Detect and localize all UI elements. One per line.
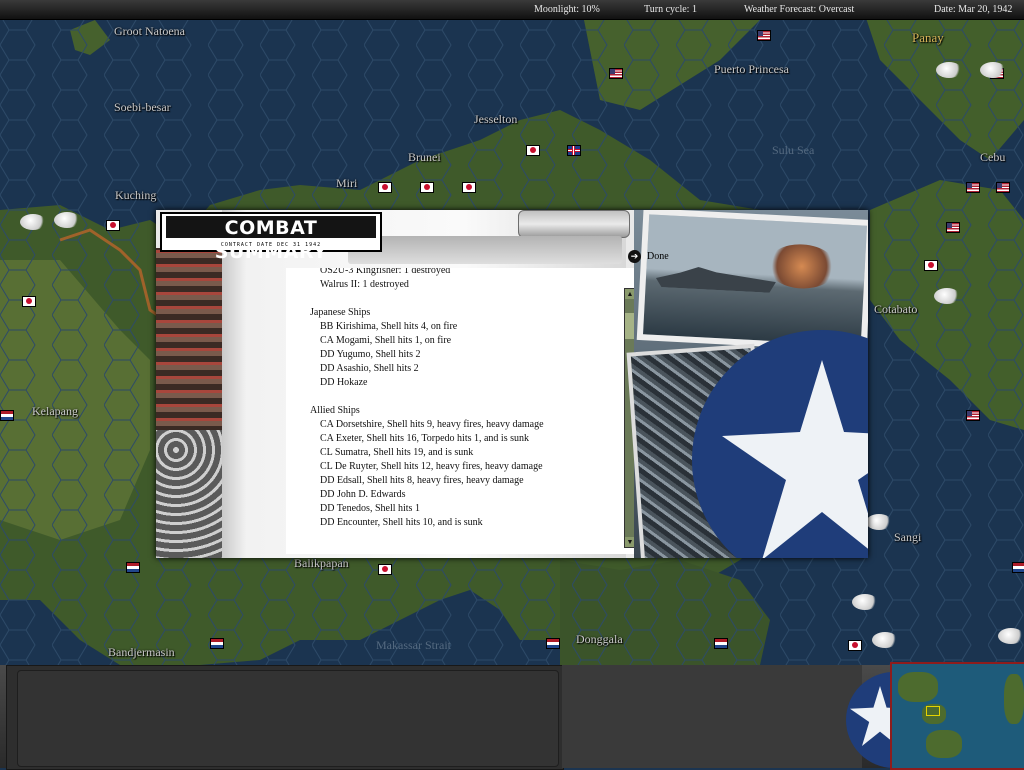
netherlands-flag-icon[interactable] — [546, 638, 560, 649]
allied-ships-header: Allied Ships — [310, 405, 360, 416]
clipboard-clip — [518, 210, 630, 238]
minimap-land-australia — [926, 730, 962, 758]
done-label: Done — [647, 251, 669, 262]
map-label-makassar-strait: Makassar Strait — [376, 638, 451, 652]
map-label-donggala: Donggala — [576, 632, 623, 646]
japan-flag-icon[interactable] — [420, 182, 434, 193]
netherlands-flag-icon[interactable] — [126, 562, 140, 573]
allied-ship-line: DD Tenedos, Shell hits 1 — [320, 503, 420, 514]
map-label-brunei: Brunei — [408, 150, 441, 164]
map-label-miri: Miri — [336, 176, 358, 190]
map-label-sulu-sea: Sulu Sea — [772, 143, 815, 157]
us-flag-icon[interactable] — [609, 68, 623, 79]
date-readout: Date: Mar 20, 1942 — [934, 4, 1013, 15]
map-label-sangi: Sangi — [894, 530, 922, 544]
minimap-land-asia — [898, 672, 938, 702]
dialog-title: COMBAT SUMMARY — [166, 216, 376, 263]
cloud-icon — [54, 212, 80, 228]
cloud-icon — [998, 628, 1024, 644]
japan-flag-icon[interactable] — [22, 296, 36, 307]
netherlands-flag-icon[interactable] — [714, 638, 728, 649]
netherlands-flag-icon[interactable] — [1012, 562, 1024, 573]
allied-ship-line: DD Encounter, Shell hits 10, and is sunk — [320, 517, 483, 528]
us-flag-icon[interactable] — [946, 222, 960, 233]
minimap[interactable] — [890, 662, 1024, 770]
japanese-ship-line: DD Yugumo, Shell hits 2 — [320, 349, 421, 360]
netherlands-flag-icon[interactable] — [210, 638, 224, 649]
map-label-cebu: Cebu — [980, 150, 1006, 164]
white-star-icon — [722, 360, 868, 558]
aircraft-loss-line: OS2U-3 Kingfisher: 1 destroyed — [320, 268, 451, 276]
clipboard-header-bar — [348, 236, 622, 264]
cloud-icon — [852, 594, 878, 610]
info-panel — [6, 665, 564, 770]
allied-ship-line: CL Sumatra, Shell hits 19, and is sunk — [320, 447, 474, 458]
cloud-icon — [20, 214, 46, 230]
map-label-groot-natoena: Groot Natoena — [114, 24, 185, 38]
us-flag-icon[interactable] — [996, 182, 1010, 193]
map-label-puerto-princesa: Puerto Princesa — [714, 62, 789, 76]
minimap-viewport[interactable] — [926, 706, 940, 716]
allied-ship-line: CA Exeter, Shell hits 16, Torpedo hits 1… — [320, 433, 529, 444]
us-flag-icon[interactable] — [966, 410, 980, 421]
map-label-cotabato: Cotabato — [874, 302, 918, 316]
japanese-ship-line: DD Hokaze — [320, 377, 368, 388]
japan-flag-icon[interactable] — [526, 145, 540, 156]
turn-cycle-readout: Turn cycle: 1 — [644, 4, 697, 15]
weather-forecast-readout: Weather Forecast: Overcast — [744, 4, 855, 15]
japan-flag-icon[interactable] — [848, 640, 862, 651]
japan-flag-icon[interactable] — [378, 182, 392, 193]
japan-flag-icon[interactable] — [924, 260, 938, 271]
aircraft-loss-line: Walrus II: 1 destroyed — [320, 279, 409, 290]
status-bar: Moonlight: 10% Turn cycle: 1 Weather For… — [0, 0, 1024, 20]
japan-flag-icon[interactable] — [462, 182, 476, 193]
japan-flag-icon[interactable] — [378, 564, 392, 575]
right-panel — [562, 665, 862, 768]
map-label-soebi-besar: Soebi-besar — [114, 100, 171, 114]
report-paper: OS2U-3 Kingfisher: 1 destroyed Walrus II… — [286, 268, 680, 554]
gunfire-smoke — [765, 242, 838, 291]
combat-summary-title-plate: COMBAT SUMMARY CONTRACT DATE DEC 31 1942 — [160, 212, 382, 263]
battleship-silhouette — [656, 265, 777, 293]
combat-report-list: OS2U-3 Kingfisher: 1 destroyed Walrus II… — [310, 268, 544, 530]
cloud-icon — [936, 62, 962, 78]
cloud-icon — [980, 62, 1006, 78]
map-label-bandjermasin: Bandjermasin — [108, 645, 175, 659]
map-label-panay: Panay — [912, 30, 944, 45]
cloud-icon — [872, 632, 898, 648]
allied-ship-line: DD John D. Edwards — [320, 489, 406, 500]
map-label-kuching: Kuching — [115, 188, 157, 202]
info-panel-inner — [17, 670, 559, 767]
us-flag-icon[interactable] — [757, 30, 771, 41]
photo-collage — [626, 210, 868, 558]
japanese-ship-line: DD Asashio, Shell hits 2 — [320, 363, 419, 374]
archive-photo-crowd — [156, 430, 222, 558]
allied-ship-line: CA Dorsetshire, Shell hits 9, heavy fire… — [320, 419, 544, 430]
moonlight-readout: Moonlight: 10% — [534, 4, 600, 15]
map-label-balikpapan: Balikpapan — [294, 556, 349, 570]
dialog-subtitle: CONTRACT DATE DEC 31 1942 — [220, 242, 322, 248]
cloud-icon — [866, 514, 892, 530]
japanese-ship-line: CA Mogami, Shell hits 1, on fire — [320, 335, 452, 346]
uk-flag-icon[interactable] — [567, 145, 581, 156]
minimap-land-america — [1004, 674, 1024, 724]
map-label-kelapang: Kelapang — [32, 404, 78, 418]
map-label-jesselton: Jesselton — [474, 112, 518, 126]
japanese-ship-line: BB Kirishima, Shell hits 4, on fire — [320, 321, 458, 332]
combat-summary-dialog: OS2U-3 Kingfisher: 1 destroyed Walrus II… — [156, 210, 868, 558]
allied-ship-line: CL De Ruyter, Shell hits 12, heavy fires… — [320, 461, 543, 472]
japanese-ships-header: Japanese Ships — [310, 307, 371, 318]
us-flag-icon[interactable] — [966, 182, 980, 193]
netherlands-flag-icon[interactable] — [0, 410, 14, 421]
done-button[interactable]: ➔ Done — [628, 250, 669, 263]
allied-ship-line: DD Edsall, Shell hits 8, heavy fires, he… — [320, 475, 524, 486]
cloud-icon — [934, 288, 960, 304]
japan-flag-icon[interactable] — [106, 220, 120, 231]
arrow-right-icon: ➔ — [628, 250, 641, 263]
